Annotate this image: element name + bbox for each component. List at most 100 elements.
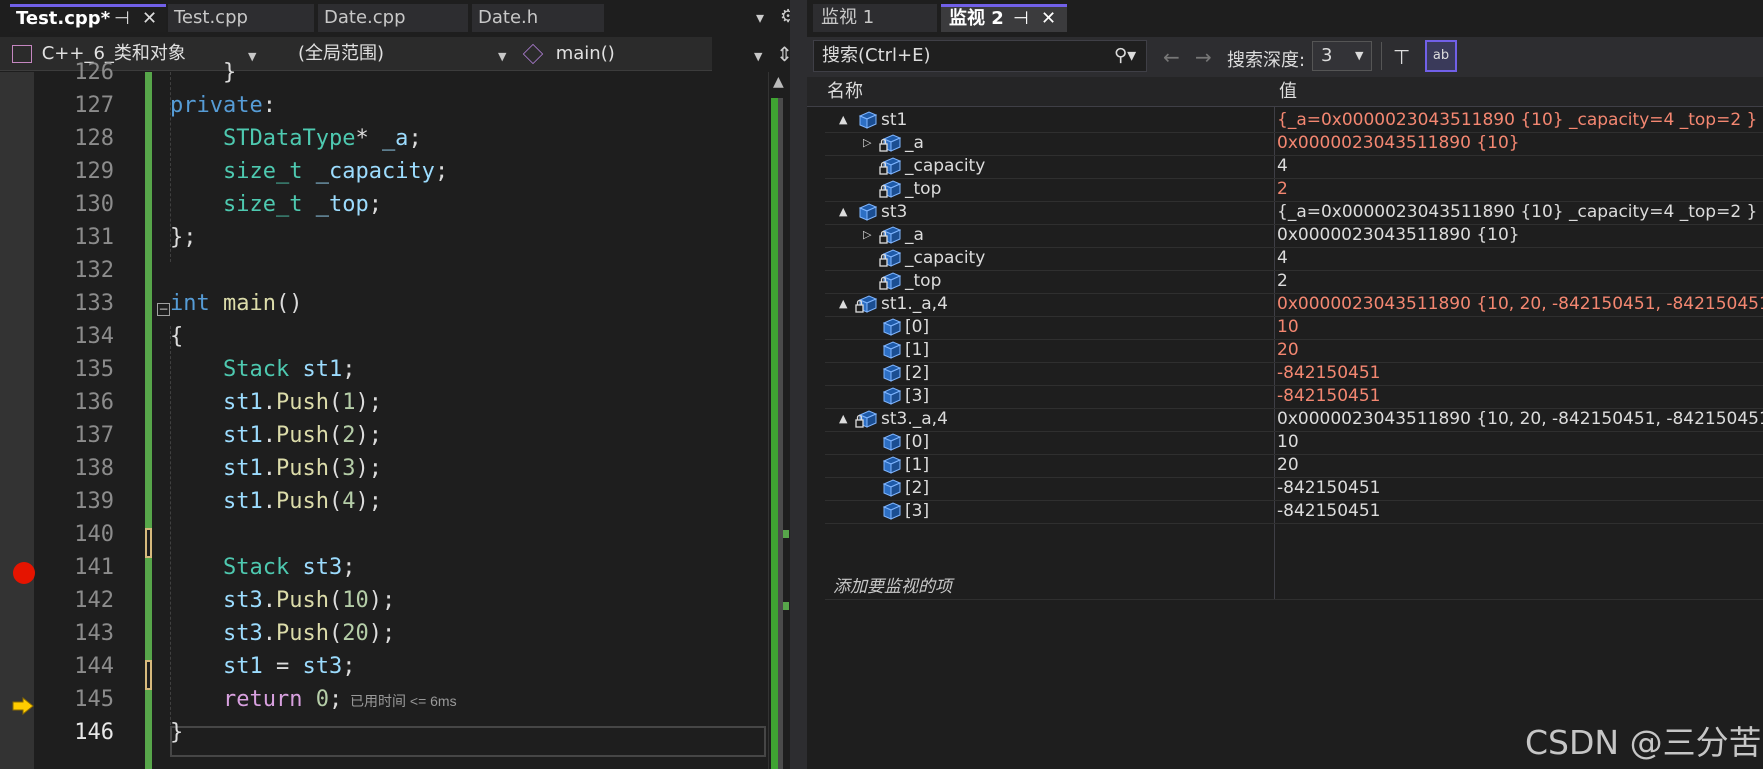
line-number: 126 (74, 60, 114, 85)
breakpoint-icon[interactable] (13, 562, 35, 584)
line-number: 144 (74, 654, 114, 679)
code-token: ; (342, 654, 356, 679)
tab-label: Test.cpp* (16, 8, 111, 29)
scroll-up-icon[interactable]: ▲ (773, 74, 784, 90)
code-token: . (262, 390, 276, 415)
forward-arrow-icon[interactable]: → (1195, 45, 1212, 69)
code-line: st1.Push(1); (170, 386, 382, 419)
code-token: * (355, 126, 382, 151)
line-number: 127 (74, 93, 114, 118)
code-token: 3 (342, 456, 356, 481)
fold-collapse-icon[interactable]: − (157, 303, 170, 316)
add-watch-item[interactable]: 添加要监视的项 (825, 574, 1763, 600)
private-member-icon (855, 409, 878, 429)
element-icon (879, 432, 902, 452)
hex-display-toggle-icon[interactable]: ab (1425, 40, 1457, 72)
watch-toolbar: 搜索(Ctrl+E) ⚲▾ ← → 搜索深度: 3 ▼ ⊤ ab (807, 37, 1763, 77)
tab-date-h[interactable]: Date.h (472, 4, 604, 32)
line-number: 143 (74, 621, 114, 646)
tab-label: 监视 2 (949, 8, 1004, 29)
tab-watch-1[interactable]: 监视 1 (813, 4, 937, 32)
unsaved-change-marker (145, 660, 152, 690)
elapsed-time-hint: 已用时间 <= 6ms (342, 693, 457, 709)
tab-watch-2[interactable]: 监视 2 ⊣ ✕ (941, 4, 1067, 32)
code-token: 20 (342, 621, 369, 646)
code-token: size_t (222, 192, 303, 217)
glyph-margin[interactable] (0, 72, 35, 769)
line-number: 133 (74, 291, 114, 316)
unsaved-change-marker (145, 528, 152, 558)
code-token: ); (368, 588, 396, 613)
private-member-icon (855, 294, 878, 314)
private-member-icon (879, 179, 902, 199)
code-line: st1.Push(4); (170, 485, 382, 518)
element-icon (879, 317, 902, 337)
element-icon (879, 363, 902, 383)
search-input[interactable]: 搜索(Ctrl+E) ⚲▾ (813, 40, 1147, 72)
code-line: int main() (170, 287, 302, 320)
code-token: Push (275, 588, 329, 613)
line-number: 129 (74, 159, 114, 184)
search-depth-value: 3 (1321, 45, 1333, 66)
line-number: 132 (74, 258, 114, 283)
search-depth-select[interactable]: 3 ▼ (1312, 41, 1372, 71)
search-placeholder: 搜索(Ctrl+E) (822, 45, 931, 66)
code-editor-pane: Test.cpp* ⊣ ✕ Test.cpp Date.cpp Date.h ▾… (0, 0, 796, 769)
pin-watch-icon[interactable]: ⊤ (1393, 45, 1410, 69)
code-token: ( (328, 489, 343, 514)
code-token: . (262, 588, 276, 613)
code-token: int (170, 291, 210, 316)
close-icon[interactable]: ✕ (1041, 7, 1056, 31)
vertical-scrollbar[interactable]: ▲ (768, 72, 790, 769)
line-number: 140 (74, 522, 114, 547)
code-token: } (170, 60, 237, 85)
code-text-area[interactable]: } private: STDataType* _a; size_t _capaci… (170, 60, 760, 769)
pin-icon[interactable]: ⊣ (1013, 7, 1029, 31)
private-member-icon (879, 156, 902, 176)
code-token: }; (170, 225, 197, 250)
watch-value[interactable]: -842150451 (1277, 498, 1380, 524)
tab-overflow-icon[interactable]: ▾ (756, 8, 764, 27)
line-number: 142 (74, 588, 114, 613)
pane-splitter[interactable] (790, 0, 807, 769)
line-number: 141 (74, 555, 114, 580)
code-token: ); (355, 489, 382, 514)
code-line: STDataType* _a; (170, 122, 422, 155)
column-value-header[interactable]: 值 (1279, 77, 1297, 107)
code-token: . (262, 621, 276, 646)
code-line: }; (170, 221, 197, 254)
code-token: Stack (222, 357, 290, 382)
close-icon[interactable]: ✕ (142, 7, 157, 31)
watch-row[interactable]: [3] -842150451 (825, 498, 1763, 524)
code-token: ; (342, 555, 356, 580)
code-line: st3.Push(10); (170, 584, 395, 617)
chevron-down-icon: ▼ (248, 50, 257, 63)
code-token: _capacity (315, 159, 435, 184)
code-token: Push (275, 423, 329, 448)
code-token: ); (355, 456, 382, 481)
line-number: 139 (74, 489, 114, 514)
tab-test-cpp[interactable]: Test.cpp (168, 4, 314, 32)
code-token: main (223, 291, 276, 316)
code-token: ( (328, 390, 343, 415)
watch-tab-bar: 监视 1 监视 2 ⊣ ✕ (807, 0, 1763, 36)
code-token: STDataType (222, 126, 356, 151)
tab-date-cpp[interactable]: Date.cpp (318, 4, 468, 32)
tab-test-cpp-modified[interactable]: Test.cpp* ⊣ ✕ (10, 4, 166, 32)
scope-dropdown[interactable]: (全局范围) ▼ (266, 41, 510, 67)
back-arrow-icon[interactable]: ← (1163, 45, 1180, 69)
search-icon[interactable]: ⚲▾ (1114, 41, 1136, 71)
member-dropdown[interactable]: main() ▼ (522, 41, 768, 67)
column-name-header[interactable]: 名称 (827, 77, 863, 107)
code-token: 1 (342, 390, 356, 415)
private-member-icon (879, 133, 902, 153)
pin-icon[interactable]: ⊣ (114, 7, 130, 31)
code-token: . (262, 489, 276, 514)
tab-label: Date.cpp (324, 7, 406, 28)
